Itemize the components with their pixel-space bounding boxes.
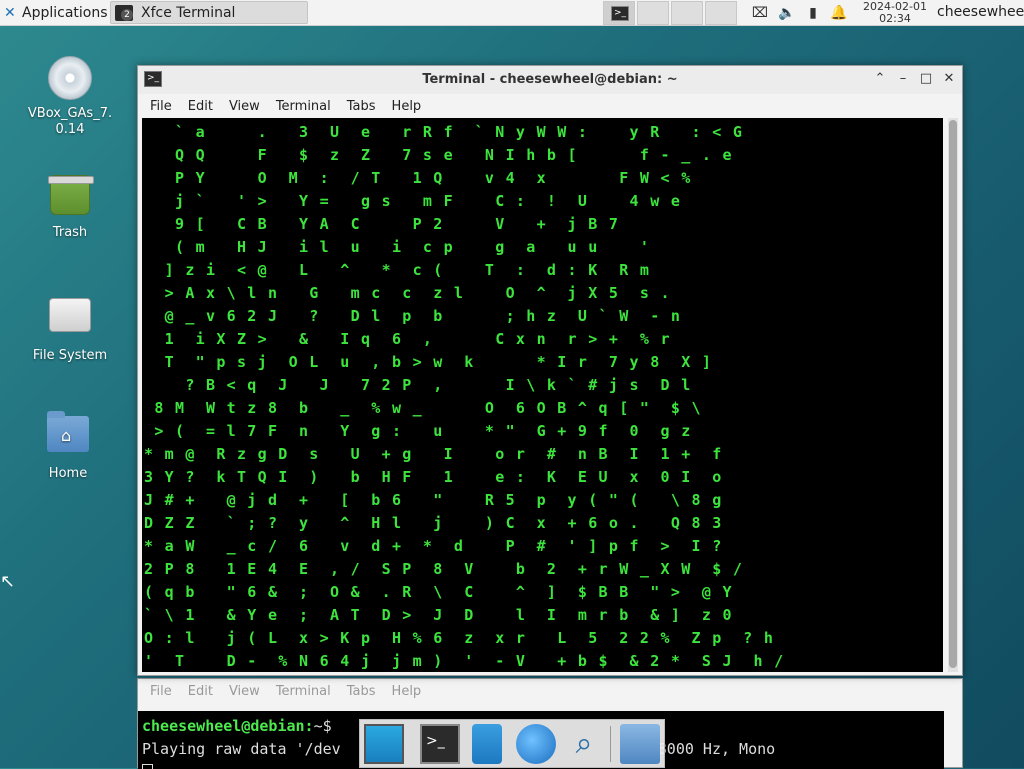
back-menubar: File Edit View Terminal Tabs Help [138, 679, 962, 703]
clock-time: 02:34 [879, 12, 911, 25]
applications-menu-button[interactable]: ✕ Applications ☰ [0, 0, 127, 26]
drive-icon [47, 298, 93, 344]
menu-view[interactable]: View [221, 99, 268, 114]
desktop-icon-home[interactable]: ⌂ Home [20, 410, 116, 481]
volume-icon[interactable]: 🔈 [777, 3, 797, 23]
matrix-row: @ _ v 6 2 J ? D l p b ; h z U ` W - n [144, 307, 681, 325]
close-button[interactable]: ✕ [940, 70, 958, 88]
web-browser-icon[interactable] [516, 724, 556, 764]
dock: >_ ⌕ [359, 719, 665, 768]
menu-tabs[interactable]: Tabs [339, 684, 384, 699]
matrix-row: P Y O M : / T 1 Q v 4 x F W < % [144, 169, 692, 187]
menu-file[interactable]: File [142, 684, 180, 699]
terminal-thumbnail-icon: >_ [611, 6, 629, 21]
output-left: Playing raw data '/dev [142, 740, 341, 758]
terminal-icon[interactable]: >_ [420, 724, 460, 764]
menu-help[interactable]: Help [384, 99, 430, 114]
folder-icon[interactable] [620, 724, 660, 764]
scrollbar-thumb[interactable] [949, 120, 957, 668]
menu-edit[interactable]: Edit [180, 99, 221, 114]
matrix-row: ( q b " 6 & ; O & . R \ C ^ ] $ B B " > … [144, 583, 733, 601]
matrix-row: Q Q F $ z Z 7 s e N I h b [ f - _ . e [144, 146, 733, 164]
matrix-row: 2 P 8 1 E 4 E , / S P 8 V b 2 + r W _ X … [144, 560, 743, 578]
shell-prompt: cheesewheel@debian: [142, 717, 314, 735]
desktop-icon-label: Home [48, 466, 88, 481]
terminal-scrollbar[interactable] [948, 118, 958, 672]
top-panel: ✕ Applications ☰ 2 Xfce Terminal >_ ⌧ 🔈 … [0, 0, 1024, 26]
matrix-rain-display: ` a . 3 U e r R f ` N y W W : y R : < G … [144, 123, 785, 670]
matrix-row: ( m H J i l u i c p g a u u ' [144, 238, 650, 256]
battery-icon[interactable]: ▮ [803, 3, 823, 23]
menu-terminal[interactable]: Terminal [268, 684, 339, 699]
menu-edit[interactable]: Edit [180, 684, 221, 699]
matrix-row: * m @ R z g D s U + g I o r # n B I 1 + … [144, 445, 723, 463]
clock[interactable]: 2024-02-01 02:34 [858, 1, 932, 25]
workspace-2[interactable] [637, 1, 669, 25]
dock-separator [610, 726, 611, 762]
matrix-row: 1 i X Z > & I q 6 , C x n r > + % r [144, 330, 671, 348]
matrix-row: 9 [ C B Y A C P 2 V + j B 7 [144, 215, 619, 233]
home-folder-icon: ⌂ [45, 411, 91, 462]
terminal-group-icon: 2 [115, 4, 133, 21]
workspace-3[interactable] [671, 1, 703, 25]
matrix-row: D Z Z ` ; ? y ^ H l j ) C x + 6 o . Q 8 … [144, 514, 723, 532]
matrix-row: 8 M W t z 8 b _ % w _ O 6 O B ^ q [ " $ … [144, 399, 702, 417]
matrix-row: > A x \ l n G m c c z l O ^ j X 5 s . [144, 284, 671, 302]
disc-icon [47, 56, 93, 102]
network-icon[interactable]: ⌧ [750, 3, 770, 23]
menu-tabs[interactable]: Tabs [339, 99, 384, 114]
desktop-icon-label: VBox_GAs_7. 0.14 [27, 106, 113, 137]
user-menu[interactable]: cheesewheel [937, 4, 1024, 20]
applications-label: Applications [22, 5, 108, 21]
matrix-row: ` a . 3 U e r R f ` N y W W : y R : < G [144, 123, 743, 141]
mouse-pointer-icon: ↖ [0, 571, 16, 592]
desktop-icon-label: File System [32, 348, 108, 363]
desktop-icon-trash[interactable]: Trash [22, 172, 118, 240]
trash-icon [47, 175, 93, 221]
window-count-badge: 2 [121, 8, 133, 21]
menu-file[interactable]: File [142, 99, 180, 114]
maximize-button[interactable]: □ [917, 70, 935, 88]
shade-button[interactable]: ⌃ [871, 70, 889, 88]
desktop-icon-label: Trash [52, 225, 88, 240]
matrix-row: 3 Y ? k T Q I ) b H F 1 e : K E U x 0 I … [144, 468, 723, 486]
file-cabinet-icon[interactable] [472, 724, 502, 764]
taskbar-button-label: Xfce Terminal [141, 4, 236, 21]
taskbar-button-xfce-terminal[interactable]: 2 Xfce Terminal [110, 1, 308, 24]
app-finder-icon[interactable]: ⌕ [564, 724, 604, 764]
matrix-row: > ( = l 7 F n Y g : u * " G + 9 f 0 g z [144, 422, 692, 440]
menu-terminal[interactable]: Terminal [268, 99, 339, 114]
notification-bell-icon[interactable]: 🔔 [829, 3, 849, 23]
show-desktop-icon[interactable] [364, 724, 404, 764]
terminal-window[interactable]: >_ Terminal - cheesewheel@debian: ~ ⌃ – … [137, 65, 963, 676]
workspace-4[interactable] [705, 1, 737, 25]
window-titlebar[interactable]: >_ Terminal - cheesewheel@debian: ~ ⌃ – … [138, 66, 962, 94]
matrix-row: ` \ 1 & Y e ; A T D > J D l I m r b & ] … [144, 606, 733, 624]
workspace-1[interactable]: >_ [603, 1, 635, 25]
matrix-row: * a W _ c / 6 v d + * d P # ' ] p f > I … [144, 537, 723, 555]
matrix-row: O : l j ( L x > K p H % 6 z x r L 5 2 2 … [144, 629, 774, 647]
matrix-row: T " p s j O L u , b > w k * I r 7 y 8 X … [144, 353, 712, 371]
matrix-row: ' T D - % N 6 4 j j m ) ' - V + b $ & 2 … [144, 652, 785, 670]
desktop-icon-file-system[interactable]: File System [22, 290, 118, 363]
prompt-suffix: ~$ [313, 717, 332, 735]
window-title: Terminal - cheesewheel@debian: ~ [422, 72, 678, 87]
terminal-cursor [142, 764, 153, 769]
menu-help[interactable]: Help [384, 684, 430, 699]
desktop-icon-vbox-gas[interactable]: VBox_GAs_7. 0.14 [22, 54, 118, 138]
menubar: File Edit View Terminal Tabs Help [138, 94, 962, 118]
matrix-row: J # + @ j d + [ b 6 " R 5 p y ( " ( \ 8 … [144, 491, 723, 509]
matrix-row: ? B < q J J 7 2 P , I \ k ` # j s D l [144, 376, 692, 394]
matrix-row: j ` ' > Y = g s m F C : ! U 4 w e [144, 192, 681, 210]
xfce-logo-icon: ✕ [4, 5, 16, 21]
menu-view[interactable]: View [221, 684, 268, 699]
matrix-row: ] z i < @ L ^ * c ( T : d : K R m [144, 261, 650, 279]
terminal-output[interactable]: ` a . 3 U e r R f ` N y W W : y R : < G … [142, 118, 943, 672]
minimize-button[interactable]: – [894, 70, 912, 88]
